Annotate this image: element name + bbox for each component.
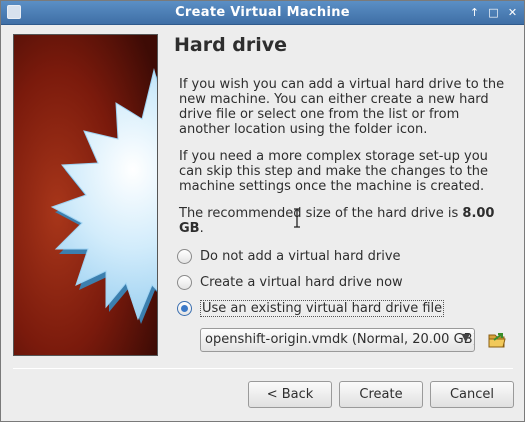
option-no-disk[interactable]: Do not add a virtual hard drive [177,246,401,266]
option-existing-disk[interactable]: Use an existing virtual hard drive file [177,298,445,318]
cancel-button[interactable]: Cancel [430,381,514,408]
chevron-down-icon: ▼ [461,331,470,344]
maximize-button[interactable]: □ [486,5,501,20]
starburst-image [14,35,157,355]
title-bar[interactable]: Create Virtual Machine ↑ □ ✕ [1,1,524,25]
back-button[interactable]: < Back [248,381,332,408]
recommended-size-text: The recommended size of the hard drive i… [179,206,514,236]
create-vm-dialog: Create Virtual Machine ↑ □ ✕ Hard drive … [0,0,525,422]
recommended-size-prefix: The recommended size of the hard drive i… [179,206,463,221]
option-existing-disk-label: Use an existing virtual hard drive file [200,299,445,317]
option-no-disk-label: Do not add a virtual hard drive [200,248,401,264]
create-button[interactable]: Create [339,381,423,408]
recommended-size-suffix: . [199,221,204,236]
wizard-side-image [13,34,158,356]
close-button[interactable]: ✕ [505,5,520,20]
storage-paragraph: If you need a more complex storage set-u… [179,149,489,194]
folder-open-button[interactable] [487,330,507,350]
disk-file-select-value: openshift-origin.vmdk (Normal, 20.00 GB) [205,332,475,347]
option-create-disk[interactable]: Create a virtual hard drive now [177,272,403,292]
window-title: Create Virtual Machine [175,5,350,20]
button-separator [13,368,513,369]
option-create-disk-label: Create a virtual hard drive now [200,274,403,290]
radio-existing-disk[interactable] [177,300,192,316]
radio-no-disk[interactable] [177,248,192,264]
disk-file-select[interactable]: openshift-origin.vmdk (Normal, 20.00 GB)… [200,328,475,352]
radio-create-disk[interactable] [177,274,192,290]
intro-paragraph: If you wish you can add a virtual hard d… [179,77,505,137]
folder-open-icon [488,333,506,348]
page-heading: Hard drive [174,34,288,56]
keep-above-button[interactable]: ↑ [467,5,482,20]
